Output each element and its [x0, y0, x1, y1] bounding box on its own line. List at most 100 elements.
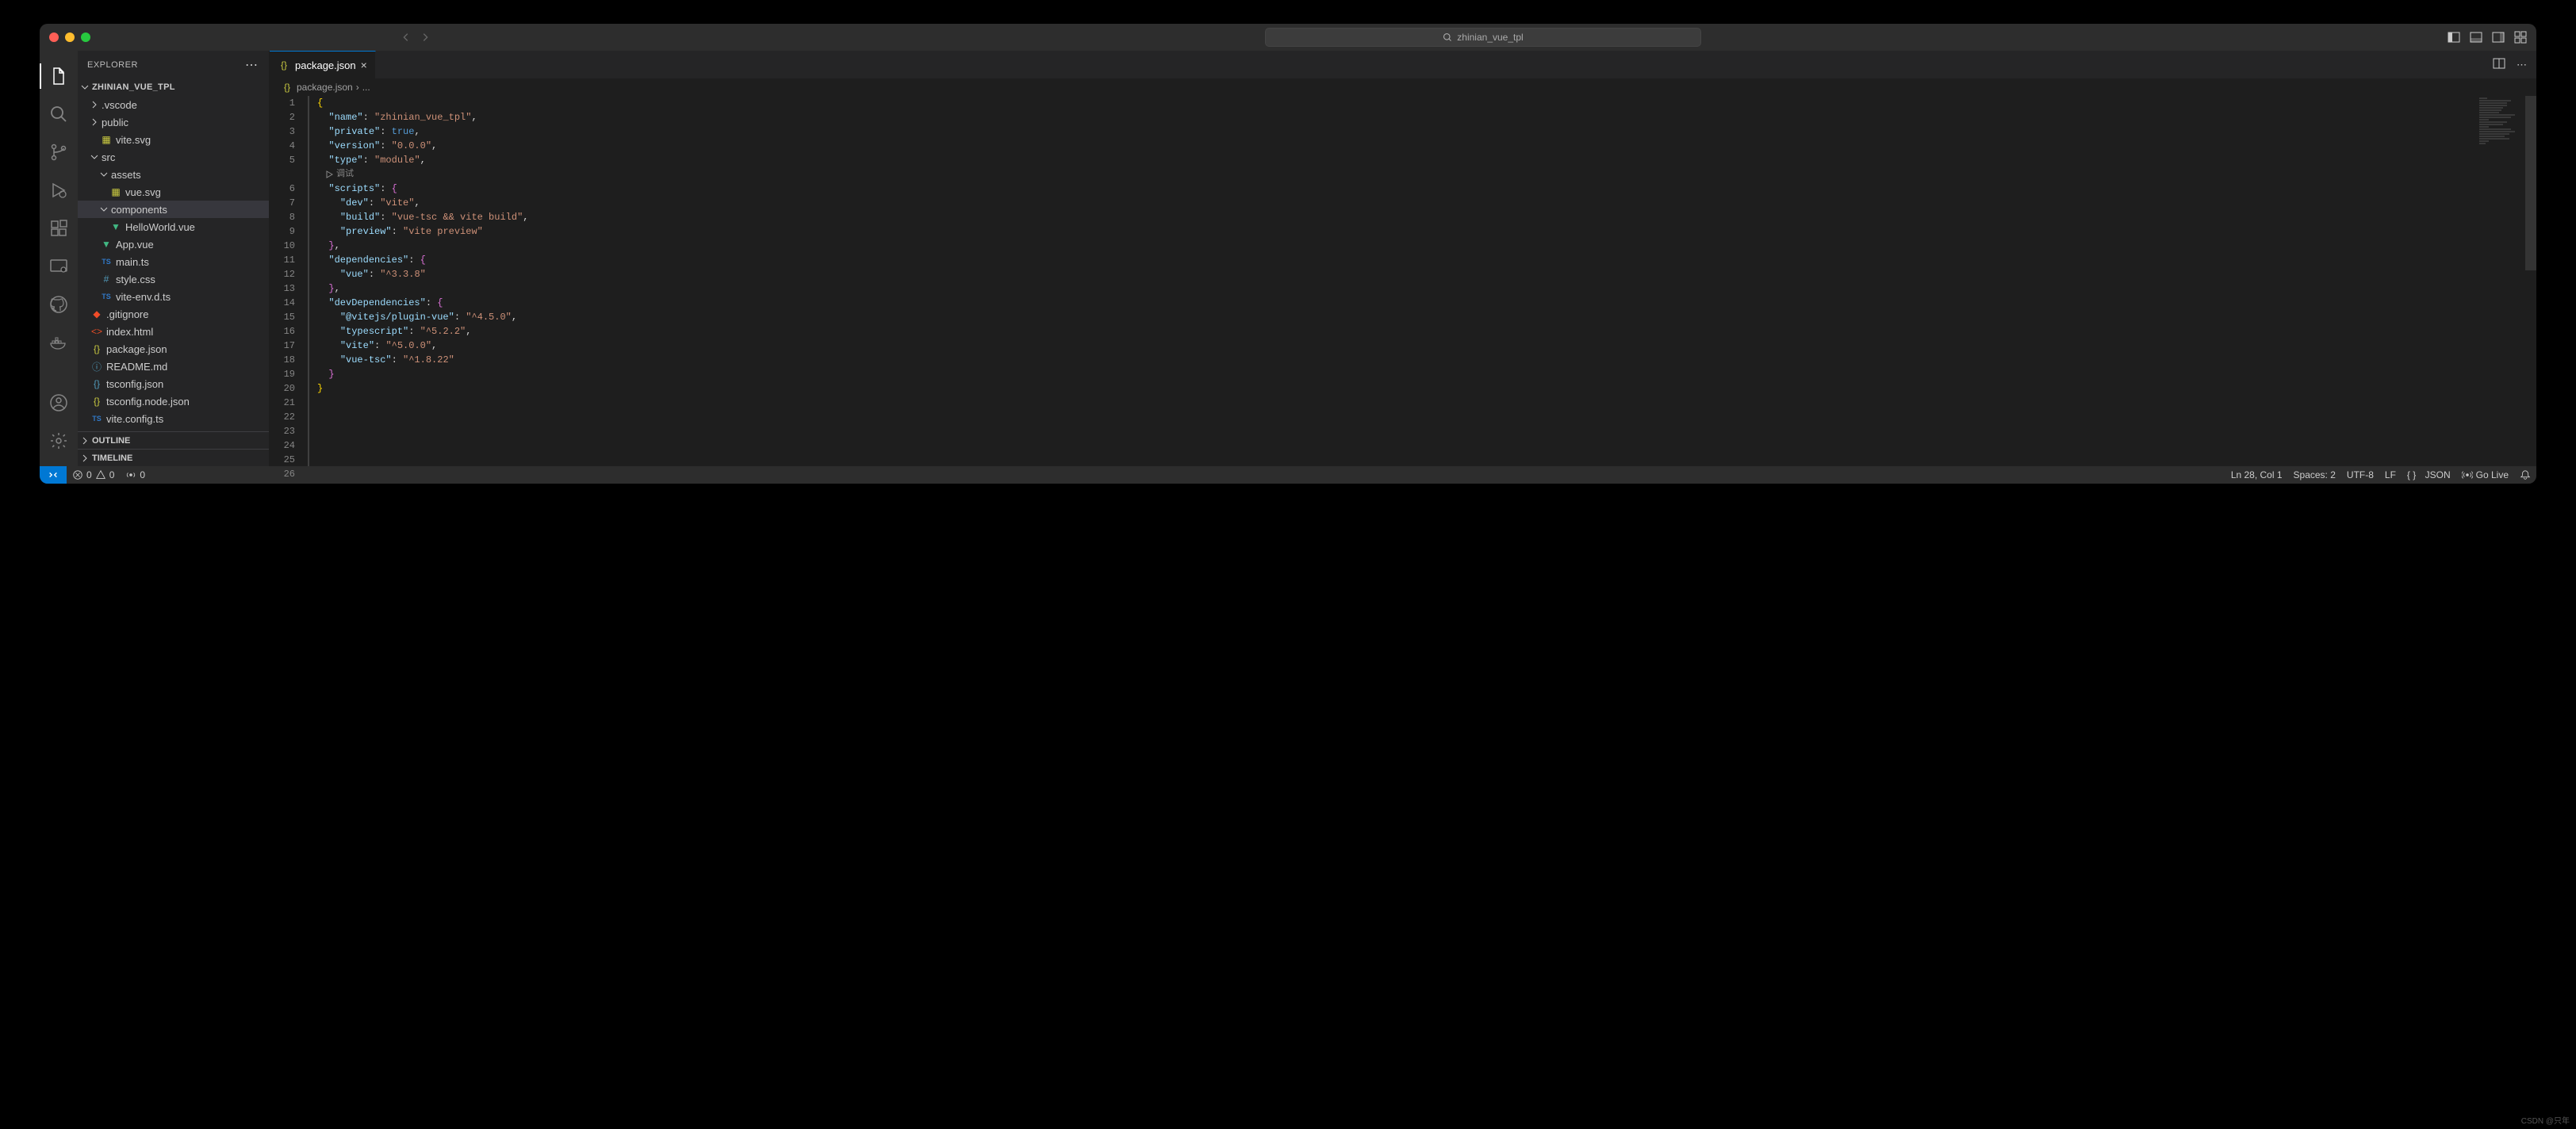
code-line-9[interactable]: "preview": "vite preview"	[317, 224, 2536, 239]
file-HelloWorld-vue[interactable]: ▼HelloWorld.vue	[78, 218, 269, 235]
debug-codelens[interactable]: 调试	[317, 167, 2536, 182]
code-line-1[interactable]: {	[317, 96, 2536, 110]
file-index-html[interactable]: <>index.html	[78, 323, 269, 340]
gear-icon	[49, 431, 68, 450]
customize-layout-icon[interactable]	[2514, 31, 2527, 44]
code-line-6[interactable]: "scripts": {	[317, 182, 2536, 196]
svg-icon: ▦	[109, 186, 122, 197]
close-icon[interactable]: ×	[361, 59, 367, 71]
vertical-scrollbar[interactable]	[2525, 96, 2536, 466]
more-actions-icon[interactable]: ⋯	[2517, 59, 2527, 71]
code-line-23[interactable]	[317, 424, 2536, 438]
explorer-activity[interactable]	[40, 57, 78, 95]
code-content[interactable]: { "name": "zhinian_vue_tpl", "private": …	[308, 96, 2536, 466]
minimize-window-button[interactable]	[65, 33, 75, 42]
file-tsconfig-node-json[interactable]: {}tsconfig.node.json	[78, 392, 269, 410]
maximize-window-button[interactable]	[81, 33, 90, 42]
command-center[interactable]: zhinian_vue_tpl	[1265, 28, 1701, 47]
play-bug-icon	[49, 181, 68, 200]
code-line-4[interactable]: "version": "0.0.0",	[317, 139, 2536, 153]
file-vite-env-d-ts[interactable]: TSvite-env.d.ts	[78, 288, 269, 305]
run-debug-activity[interactable]	[40, 171, 78, 209]
project-name: ZHINIAN_VUE_TPL	[92, 82, 175, 92]
tab-package-json[interactable]: {} package.json ×	[270, 51, 376, 78]
file-main-ts[interactable]: TSmain.ts	[78, 253, 269, 270]
code-line-8[interactable]: "build": "vue-tsc && vite build",	[317, 210, 2536, 224]
minimap[interactable]	[2478, 98, 2525, 145]
github-activity[interactable]	[40, 285, 78, 323]
timeline-section[interactable]: TIMELINE	[78, 449, 269, 466]
breadcrumb[interactable]: {} package.json › ...	[270, 78, 2536, 96]
file--gitignore[interactable]: ◆.gitignore	[78, 305, 269, 323]
search-activity[interactable]	[40, 95, 78, 133]
folder-assets[interactable]: assets	[78, 166, 269, 183]
code-line-10[interactable]: },	[317, 239, 2536, 253]
code-line-18[interactable]: "vue-tsc": "^1.8.22"	[317, 353, 2536, 367]
extensions-icon	[49, 219, 68, 238]
nav-forward-button[interactable]	[417, 29, 433, 45]
source-control-activity[interactable]	[40, 133, 78, 171]
code-line-22[interactable]	[317, 410, 2536, 424]
code-line-21[interactable]	[317, 396, 2536, 410]
code-line-20[interactable]: }	[317, 381, 2536, 396]
sidebar-more-icon[interactable]: ⋯	[245, 57, 259, 73]
json-icon: {}	[278, 59, 290, 71]
toggle-panel-icon[interactable]	[2470, 31, 2482, 44]
code-line-11[interactable]: "dependencies": {	[317, 253, 2536, 267]
code-line-3[interactable]: "private": true,	[317, 124, 2536, 139]
file-package-json[interactable]: {}package.json	[78, 340, 269, 358]
toggle-primary-sidebar-icon[interactable]	[2448, 31, 2460, 44]
outline-section[interactable]: OUTLINE	[78, 431, 269, 449]
code-line-25[interactable]	[317, 453, 2536, 467]
file-App-vue[interactable]: ▼App.vue	[78, 235, 269, 253]
extensions-activity[interactable]	[40, 209, 78, 247]
files-icon	[49, 67, 68, 86]
file-README-md[interactable]: ⓘREADME.md	[78, 358, 269, 375]
editor-body[interactable]: 12345 6789101112131415161718192021222324…	[270, 96, 2536, 466]
titlebar: zhinian_vue_tpl	[40, 24, 2536, 51]
file-vue-svg[interactable]: ▦vue.svg	[78, 183, 269, 201]
code-line-7[interactable]: "dev": "vite",	[317, 196, 2536, 210]
ts-icon: TS	[100, 293, 113, 300]
scroll-thumb[interactable]	[2525, 96, 2536, 270]
folder--vscode[interactable]: .vscode	[78, 96, 269, 113]
close-window-button[interactable]	[49, 33, 59, 42]
folder-src[interactable]: src	[78, 148, 269, 166]
problems-status[interactable]: 0 0	[67, 466, 120, 484]
sidebar-title: EXPLORER	[87, 60, 138, 70]
code-line-17[interactable]: "vite": "^5.0.0",	[317, 339, 2536, 353]
nav-back-button[interactable]	[398, 29, 414, 45]
chevron-icon	[90, 153, 98, 161]
json-blue-icon: {}	[90, 378, 103, 389]
code-line-2[interactable]: "name": "zhinian_vue_tpl",	[317, 110, 2536, 124]
folder-components[interactable]: components	[78, 201, 269, 218]
code-line-16[interactable]: "typescript": "^5.2.2",	[317, 324, 2536, 339]
file-style-css[interactable]: #style.css	[78, 270, 269, 288]
code-line-14[interactable]: "devDependencies": {	[317, 296, 2536, 310]
code-line-13[interactable]: },	[317, 281, 2536, 296]
split-editor-icon[interactable]	[2493, 57, 2505, 72]
remote-explorer-activity[interactable]	[40, 247, 78, 285]
docker-activity[interactable]	[40, 323, 78, 362]
toggle-secondary-sidebar-icon[interactable]	[2492, 31, 2505, 44]
project-root[interactable]: ZHINIAN_VUE_TPL	[78, 78, 269, 96]
file-vite-svg[interactable]: ▦vite.svg	[78, 131, 269, 148]
vue-icon: ▼	[100, 239, 113, 250]
code-line-12[interactable]: "vue": "^3.3.8"	[317, 267, 2536, 281]
ports-status[interactable]: 0	[120, 466, 151, 484]
command-center-text: zhinian_vue_tpl	[1457, 32, 1523, 43]
code-line-26[interactable]	[317, 467, 2536, 481]
json-icon: {}	[90, 343, 103, 354]
folder-public[interactable]: public	[78, 113, 269, 131]
code-line-15[interactable]: "@vitejs/plugin-vue": "^4.5.0",	[317, 310, 2536, 324]
file-vite-config-ts[interactable]: TSvite.config.ts	[78, 410, 269, 427]
remote-indicator[interactable]	[40, 466, 67, 484]
file-tree: .vscodepublic▦vite.svgsrcassets▦vue.svgc…	[78, 96, 269, 431]
file-tsconfig-json[interactable]: {}tsconfig.json	[78, 375, 269, 392]
code-line-5[interactable]: "type": "module",	[317, 153, 2536, 167]
settings-activity[interactable]	[40, 422, 78, 460]
code-line-24[interactable]	[317, 438, 2536, 453]
accounts-activity[interactable]	[40, 384, 78, 422]
code-line-19[interactable]: }	[317, 367, 2536, 381]
chevron-right-icon	[81, 437, 89, 445]
